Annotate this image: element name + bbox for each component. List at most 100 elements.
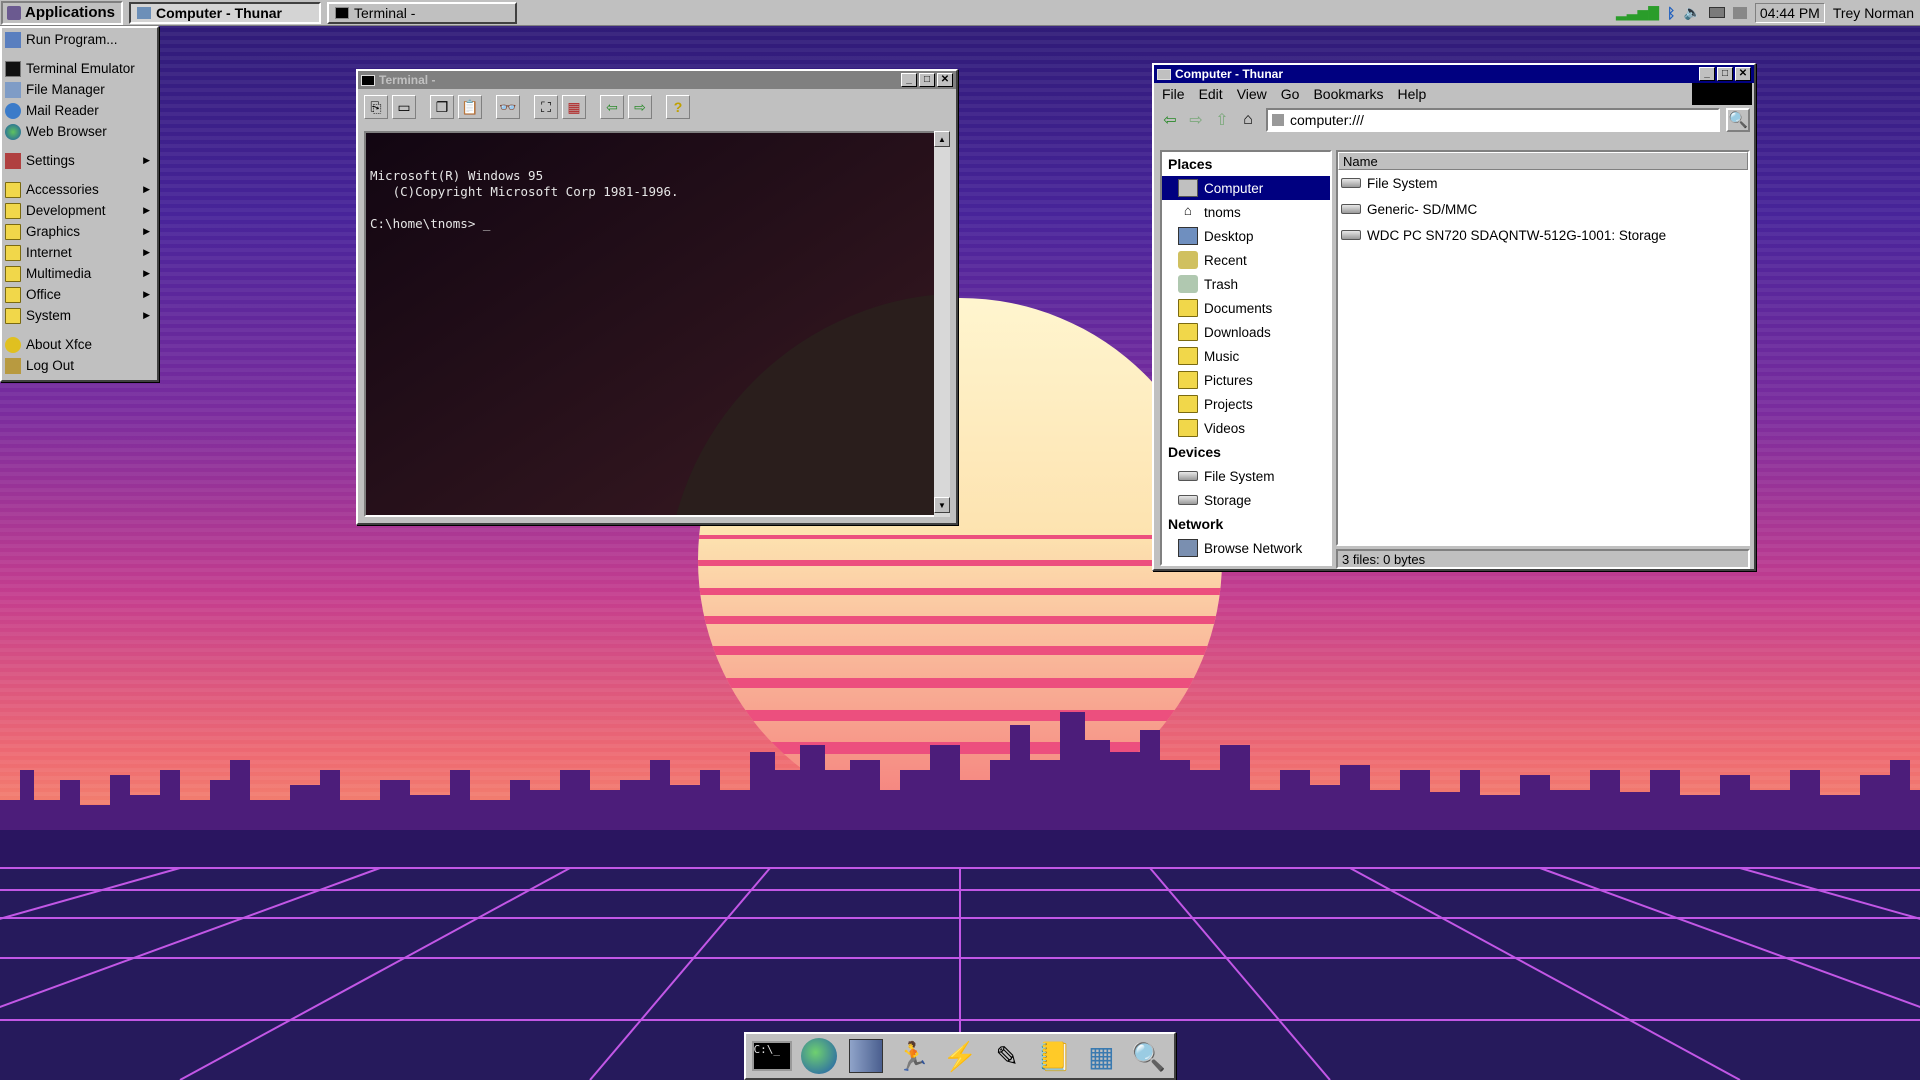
menu-item-terminal-emulator[interactable]: Terminal Emulator xyxy=(2,58,157,79)
minimize-button[interactable]: _ xyxy=(901,73,917,87)
file-manager-icon xyxy=(5,81,21,98)
menu-item-run-program[interactable]: Run Program... xyxy=(2,29,157,50)
menu-separator xyxy=(2,50,157,58)
place-projects[interactable]: Projects xyxy=(1162,392,1330,416)
menu-item-office[interactable]: Office ▶ xyxy=(2,284,157,305)
applications-menu-button[interactable]: Applications xyxy=(1,0,124,25)
side-pane: Places Computer ⌂ tnoms Desktop Recent Tr… xyxy=(1160,150,1332,566)
terminal-icon[interactable]: C:\_ xyxy=(750,1035,793,1077)
search-icon[interactable]: 🔍 xyxy=(1726,108,1750,132)
up-icon[interactable]: ⇧ xyxy=(1210,108,1234,132)
search-icon[interactable]: 🔍 xyxy=(1127,1035,1170,1077)
place-recent[interactable]: Recent xyxy=(1162,248,1330,272)
close-button[interactable]: ✕ xyxy=(1735,67,1751,81)
place-desktop[interactable]: Desktop xyxy=(1162,224,1330,248)
logout-icon xyxy=(5,357,21,374)
scroll-track[interactable] xyxy=(934,147,950,497)
web-browser-icon[interactable] xyxy=(797,1035,840,1077)
menu-go[interactable]: Go xyxy=(1281,86,1300,102)
place-trash[interactable]: Trash xyxy=(1162,272,1330,296)
fullscreen-icon[interactable]: ⛶ xyxy=(534,95,558,119)
menu-item-internet[interactable]: Internet ▶ xyxy=(2,242,157,263)
menu-label: System xyxy=(26,308,72,323)
new-tab-icon[interactable]: ⎘ xyxy=(364,95,388,119)
file-item[interactable]: Generic- SD/MMC xyxy=(1338,196,1748,222)
network-icon[interactable]: ▦ xyxy=(1080,1035,1123,1077)
folder-icon xyxy=(1178,419,1198,437)
menu-bookmarks[interactable]: Bookmarks xyxy=(1313,86,1383,102)
menu-item-file-manager[interactable]: File Manager xyxy=(2,79,157,100)
menu-label: Run Program... xyxy=(26,32,118,47)
menu-view[interactable]: View xyxy=(1237,86,1267,102)
find-icon[interactable]: 👓 xyxy=(496,95,520,119)
bolt-icon[interactable]: ⚡ xyxy=(938,1035,981,1077)
place-label: Downloads xyxy=(1204,324,1271,340)
place-label: Trash xyxy=(1204,276,1239,292)
menu-help[interactable]: Help xyxy=(1398,86,1427,102)
menu-item-about-xfce[interactable]: About Xfce xyxy=(2,334,157,355)
file-item[interactable]: File System xyxy=(1338,170,1748,196)
menu-item-mail-reader[interactable]: Mail Reader xyxy=(2,100,157,121)
user-name[interactable]: Trey Norman xyxy=(1833,5,1914,21)
menu-edit[interactable]: Edit xyxy=(1199,86,1223,102)
file-manager-icon[interactable] xyxy=(844,1035,887,1077)
place-music[interactable]: Music xyxy=(1162,344,1330,368)
terminal-scrollbar[interactable]: ▲ ▼ xyxy=(934,131,950,517)
place-documents[interactable]: Documents xyxy=(1162,296,1330,320)
menu-item-multimedia[interactable]: Multimedia ▶ xyxy=(2,263,157,284)
bluetooth-icon[interactable]: ᛒ xyxy=(1667,5,1675,21)
menu-item-web-browser[interactable]: Web Browser xyxy=(2,121,157,142)
close-button[interactable]: ✕ xyxy=(937,73,953,87)
scroll-up-icon[interactable]: ▲ xyxy=(934,131,950,147)
location-bar[interactable]: computer:/// xyxy=(1266,108,1720,132)
new-window-icon[interactable]: ▭ xyxy=(392,95,416,119)
draw-icon[interactable]: ✎ xyxy=(986,1035,1029,1077)
preferences-icon[interactable]: ▦ xyxy=(562,95,586,119)
task-terminal[interactable]: Terminal - xyxy=(327,1,518,24)
paste-icon[interactable]: 📋 xyxy=(458,95,482,119)
desktop-icon xyxy=(1178,227,1198,245)
battery-icon[interactable] xyxy=(1708,7,1725,18)
forward-icon[interactable]: ⇨ xyxy=(1184,108,1208,132)
terminal-toolbar: ⎘ ▭ ❐ 📋 👓 ⛶ ▦ ⇦ ⇨ ? xyxy=(358,89,956,125)
task-thunar[interactable]: Computer - Thunar xyxy=(129,1,322,24)
notebook-icon[interactable]: 📒 xyxy=(1033,1035,1076,1077)
menu-item-accessories[interactable]: Accessories ▶ xyxy=(2,179,157,200)
menu-item-settings[interactable]: Settings ▶ xyxy=(2,150,157,171)
runner-icon[interactable]: 🏃 xyxy=(891,1035,934,1077)
previous-tab-icon[interactable]: ⇦ xyxy=(600,95,624,119)
signal-icon[interactable]: ▂▃▅▇ xyxy=(1616,4,1659,21)
thunar-titlebar[interactable]: Computer - Thunar _ □ ✕ xyxy=(1154,65,1754,83)
copy-icon[interactable]: ❐ xyxy=(430,95,454,119)
place-pictures[interactable]: Pictures xyxy=(1162,368,1330,392)
menu-item-development[interactable]: Development ▶ xyxy=(2,200,157,221)
clock[interactable]: 04:44 PM xyxy=(1754,2,1825,23)
network-browse[interactable]: Browse Network xyxy=(1162,536,1330,560)
place-computer[interactable]: Computer xyxy=(1162,176,1330,200)
back-icon[interactable]: ⇦ xyxy=(1158,108,1182,132)
place-label: Recent xyxy=(1204,252,1247,268)
place-downloads[interactable]: Downloads xyxy=(1162,320,1330,344)
terminal-screen[interactable]: Microsoft(R) Windows 95 (C)Copyright Mic… xyxy=(364,131,942,517)
menu-item-graphics[interactable]: Graphics ▶ xyxy=(2,221,157,242)
device-file-system[interactable]: File System xyxy=(1162,464,1330,488)
terminal-titlebar[interactable]: Terminal - _ □ ✕ xyxy=(358,71,956,89)
place-home[interactable]: ⌂ tnoms xyxy=(1162,200,1330,224)
device-storage[interactable]: Storage xyxy=(1162,488,1330,512)
next-tab-icon[interactable]: ⇨ xyxy=(628,95,652,119)
help-icon[interactable]: ? xyxy=(666,95,690,119)
menu-item-system[interactable]: System ▶ xyxy=(2,305,157,326)
maximize-button[interactable]: □ xyxy=(919,73,935,87)
menu-item-log-out[interactable]: Log Out xyxy=(2,355,157,376)
menu-file[interactable]: File xyxy=(1162,86,1185,102)
file-item[interactable]: WDC PC SN720 SDAQNTW-512G-1001: Storage xyxy=(1338,222,1748,248)
applications-menu: Run Program... Terminal Emulator File Ma… xyxy=(0,26,159,382)
scroll-down-icon[interactable]: ▼ xyxy=(934,497,950,513)
volume-icon[interactable]: 🔈 xyxy=(1683,4,1700,21)
minimize-button[interactable]: _ xyxy=(1699,67,1715,81)
network-icon[interactable] xyxy=(1732,6,1747,19)
column-header-name[interactable]: Name xyxy=(1338,152,1748,170)
place-videos[interactable]: Videos xyxy=(1162,416,1330,440)
maximize-button[interactable]: □ xyxy=(1717,67,1733,81)
home-icon[interactable]: ⌂ xyxy=(1236,108,1260,132)
